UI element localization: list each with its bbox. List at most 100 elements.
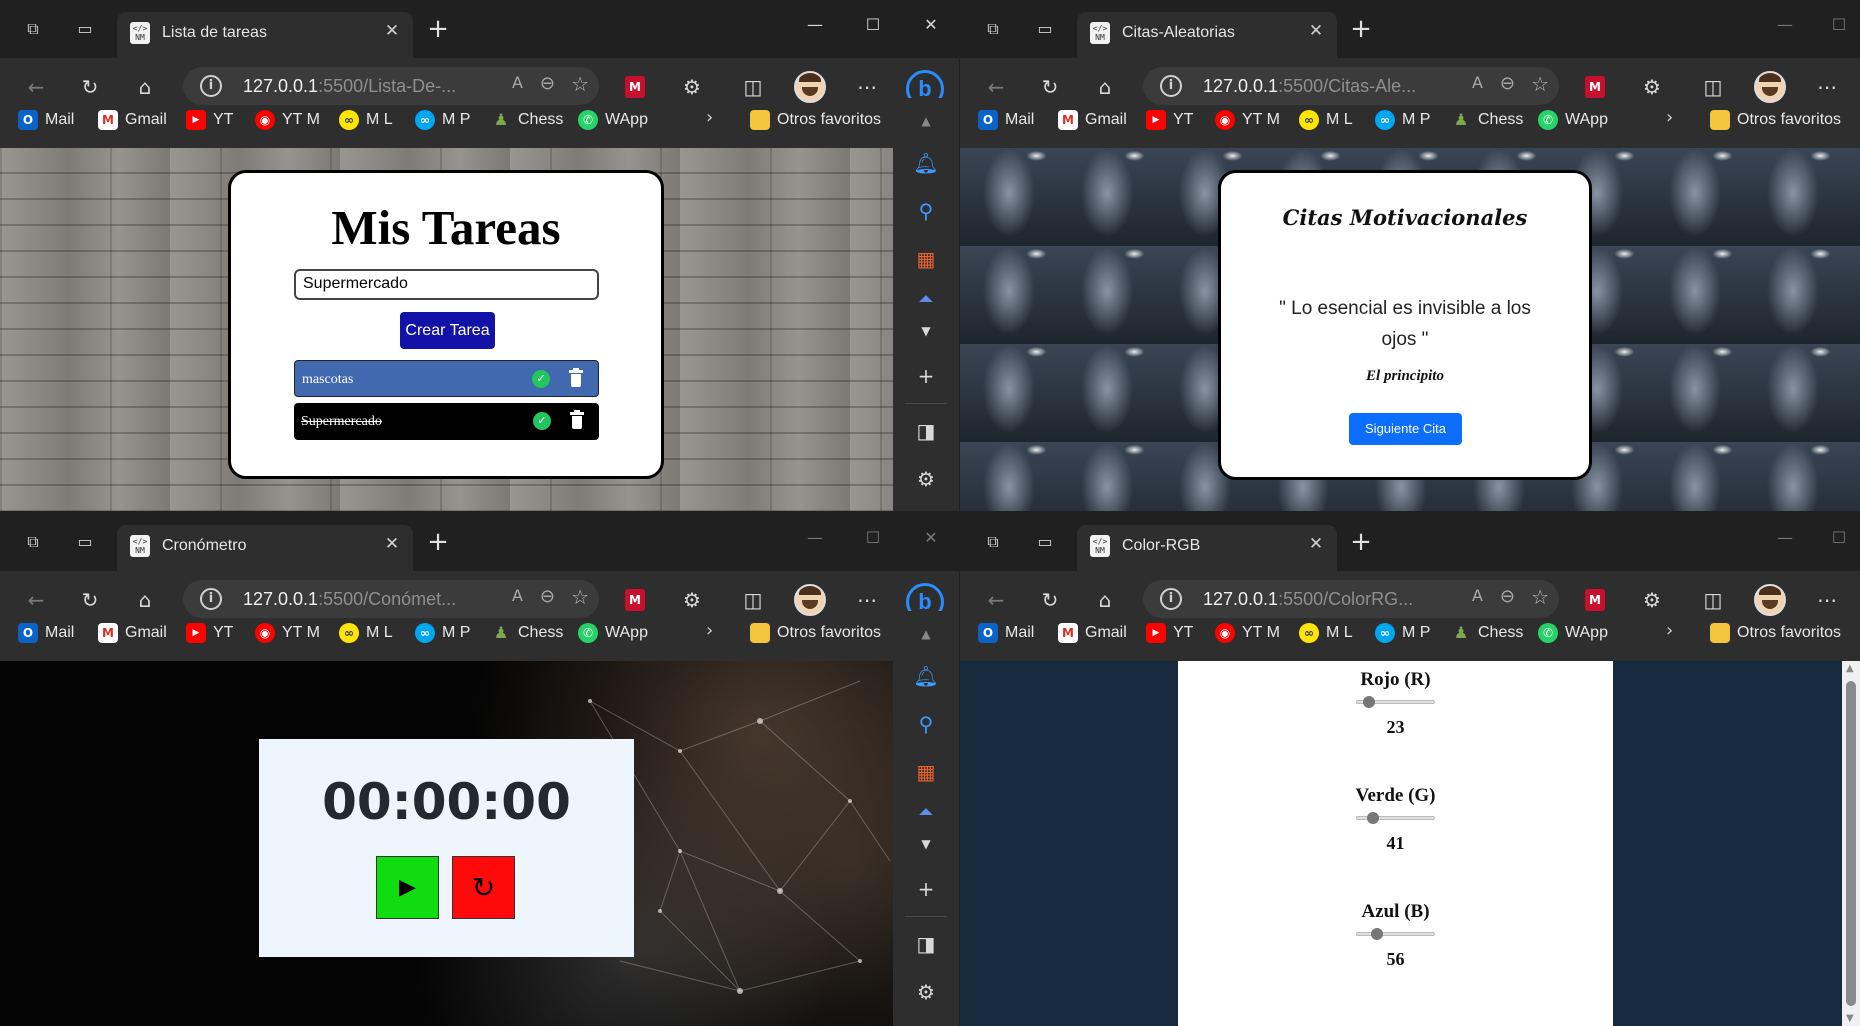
bookmark-ytm[interactable]: ◉ YT M xyxy=(1215,107,1280,133)
split-screen-icon[interactable]: ◫ xyxy=(1700,74,1726,100)
workspaces-icon[interactable]: ⧉ xyxy=(982,531,1004,553)
bookmark-mail[interactable]: O Mail xyxy=(18,620,74,646)
bookmark-mp[interactable]: ∞ M P xyxy=(415,620,470,646)
more-menu-icon[interactable]: ⋯ xyxy=(854,74,880,100)
close-window-icon[interactable]: ✕ xyxy=(920,527,942,549)
bookmark-gmail[interactable]: M Gmail xyxy=(98,107,167,133)
tab-actions-icon[interactable]: ▭ xyxy=(74,531,96,553)
tab-actions-icon[interactable]: ▭ xyxy=(1034,531,1056,553)
bookmark-wapp[interactable]: ✆ WApp xyxy=(1538,620,1608,646)
bookmark-mp[interactable]: ∞ M P xyxy=(1375,107,1430,133)
minimize-icon[interactable]: — xyxy=(1774,14,1796,36)
red-slider[interactable] xyxy=(1356,696,1435,708)
profile-avatar[interactable] xyxy=(794,584,826,616)
green-slider[interactable] xyxy=(1356,812,1435,824)
close-window-icon[interactable]: ✕ xyxy=(920,14,942,36)
more-bookmarks-icon[interactable]: › xyxy=(1666,620,1673,641)
add-sidebar-app-icon[interactable]: + xyxy=(913,363,939,389)
create-task-button[interactable]: Crear Tarea xyxy=(400,312,495,349)
address-bar[interactable]: i 127.0.0.1:5500/Citas-Ale... A ⊖ ☆ xyxy=(1143,67,1559,105)
site-info-icon[interactable]: i xyxy=(200,588,222,610)
bell-icon[interactable]: 🔔︎ xyxy=(913,663,939,689)
refresh-icon[interactable]: ↻ xyxy=(77,587,103,613)
mcafee-extension-icon[interactable]: M xyxy=(625,76,645,98)
tools-icon[interactable]: ▦ xyxy=(913,759,939,785)
extensions-icon[interactable]: ⚙ xyxy=(679,587,705,613)
bookmark-mp[interactable]: ∞ M P xyxy=(1375,620,1430,646)
extensions-icon[interactable]: ⚙ xyxy=(679,74,705,100)
more-bookmarks-icon[interactable]: › xyxy=(706,107,713,128)
office-icon[interactable]: ◆ xyxy=(913,801,939,815)
bookmark-gmail[interactable]: M Gmail xyxy=(98,620,167,646)
bookmark-ytm[interactable]: ◉ YT M xyxy=(255,107,320,133)
bookmark-yt[interactable]: ▶ YT xyxy=(1146,620,1193,646)
scroll-down-icon[interactable]: ▼ xyxy=(1846,1013,1854,1024)
reset-button[interactable]: ↻ xyxy=(452,856,515,919)
check-icon[interactable]: ✓ xyxy=(533,412,551,430)
new-tab-icon[interactable]: + xyxy=(425,16,451,42)
slider-thumb[interactable] xyxy=(1367,812,1379,824)
tools-icon[interactable]: ▦ xyxy=(913,246,939,272)
sidebar-panel-icon[interactable]: ◨ xyxy=(913,931,939,957)
address-bar[interactable]: i 127.0.0.1:5500/Lista-De-... A ⊖ ☆ xyxy=(183,67,599,105)
minimize-icon[interactable]: — xyxy=(804,527,826,549)
bookmark-ml[interactable]: ∞ M L xyxy=(1299,107,1353,133)
favorite-star-icon[interactable]: ☆ xyxy=(1531,585,1549,609)
back-icon[interactable]: ← xyxy=(23,74,49,100)
workspaces-icon[interactable]: ⧉ xyxy=(22,531,44,553)
close-tab-icon[interactable]: ✕ xyxy=(381,20,403,42)
mcafee-extension-icon[interactable]: M xyxy=(625,589,645,611)
site-info-icon[interactable]: i xyxy=(1160,588,1182,610)
bookmark-ytm[interactable]: ◉ YT M xyxy=(1215,620,1280,646)
settings-gear-icon[interactable]: ⚙ xyxy=(913,979,939,1005)
mcafee-extension-icon[interactable]: M xyxy=(1585,589,1605,611)
back-icon[interactable]: ← xyxy=(983,587,1009,613)
tab-actions-icon[interactable]: ▭ xyxy=(1034,18,1056,40)
more-menu-icon[interactable]: ⋯ xyxy=(1814,74,1840,100)
scroll-up-icon[interactable]: ▲ xyxy=(1846,663,1854,674)
home-icon[interactable]: ⌂ xyxy=(132,74,158,100)
split-screen-icon[interactable]: ◫ xyxy=(740,587,766,613)
read-aloud-icon[interactable]: A xyxy=(512,73,523,92)
new-tab-icon[interactable]: + xyxy=(1348,529,1374,555)
more-menu-icon[interactable]: ⋯ xyxy=(854,587,880,613)
profile-avatar[interactable] xyxy=(1754,584,1786,616)
mcafee-extension-icon[interactable]: M xyxy=(1585,76,1605,98)
new-tab-icon[interactable]: + xyxy=(1348,16,1374,42)
add-sidebar-app-icon[interactable]: + xyxy=(913,876,939,902)
favorite-star-icon[interactable]: ☆ xyxy=(571,585,589,609)
bookmark-gmail[interactable]: M Gmail xyxy=(1058,620,1127,646)
minimize-icon[interactable]: — xyxy=(1774,527,1796,549)
close-tab-icon[interactable]: ✕ xyxy=(381,533,403,555)
bookmark-chess[interactable]: ♟ Chess xyxy=(491,620,564,646)
home-icon[interactable]: ⌂ xyxy=(1092,74,1118,100)
vertical-scrollbar[interactable]: ▲ ▼ xyxy=(1842,661,1860,1026)
zoom-icon[interactable]: ⊖ xyxy=(1500,586,1515,607)
blue-slider[interactable] xyxy=(1356,928,1435,940)
bookmark-ml[interactable]: ∞ M L xyxy=(339,620,393,646)
bookmark-wapp[interactable]: ✆ WApp xyxy=(578,107,648,133)
play-button[interactable]: ▶ xyxy=(376,856,439,919)
bell-icon[interactable]: 🔔︎ xyxy=(913,150,939,176)
profile-avatar[interactable] xyxy=(1754,71,1786,103)
back-icon[interactable]: ← xyxy=(983,74,1009,100)
new-tab-icon[interactable]: + xyxy=(425,529,451,555)
refresh-icon[interactable]: ↻ xyxy=(77,74,103,100)
bookmark-otros-favoritos[interactable]: Otros favoritos xyxy=(750,107,881,133)
favorite-star-icon[interactable]: ☆ xyxy=(571,72,589,96)
bookmark-ml[interactable]: ∞ M L xyxy=(339,107,393,133)
maximize-icon[interactable]: ☐ xyxy=(862,527,884,549)
bookmark-ytm[interactable]: ◉ YT M xyxy=(255,620,320,646)
scrollbar-thumb[interactable] xyxy=(1846,681,1856,1006)
minimize-icon[interactable]: — xyxy=(804,14,826,36)
sidebar-panel-icon[interactable]: ◨ xyxy=(913,418,939,444)
split-screen-icon[interactable]: ◫ xyxy=(740,74,766,100)
tab-color-rgb[interactable]: </> NM Color-RGB ✕ xyxy=(1077,525,1337,571)
office-icon[interactable]: ◆ xyxy=(913,288,939,302)
maximize-icon[interactable]: ☐ xyxy=(1828,14,1850,36)
bookmark-ml[interactable]: ∞ M L xyxy=(1299,620,1353,646)
settings-gear-icon[interactable]: ⚙ xyxy=(913,466,939,492)
refresh-icon[interactable]: ↻ xyxy=(1037,74,1063,100)
back-icon[interactable]: ← xyxy=(23,587,49,613)
sidebar-scroll-up-icon[interactable]: ▲ xyxy=(913,621,939,647)
